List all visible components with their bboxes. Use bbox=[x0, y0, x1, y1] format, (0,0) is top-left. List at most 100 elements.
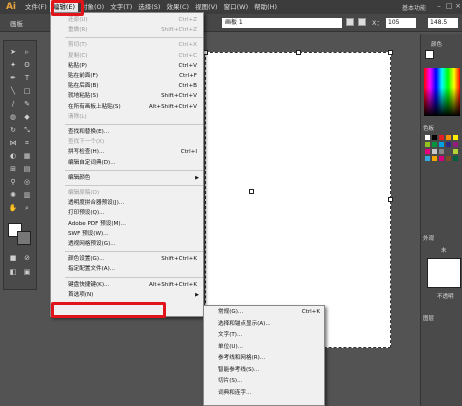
workspace-switcher[interactable]: 基本功能 bbox=[402, 3, 426, 12]
menu-item-label: 选择和锚点显示(A)... bbox=[218, 320, 271, 327]
color-swatch[interactable] bbox=[425, 149, 430, 154]
mesh-tool-icon[interactable]: ⊞ bbox=[7, 164, 19, 174]
menu-7[interactable]: 窗口(W) bbox=[221, 0, 252, 14]
draw-mode-icon[interactable]: ◧ bbox=[7, 267, 19, 277]
graph-tool-icon[interactable]: ▥ bbox=[21, 190, 33, 200]
artboard-handle[interactable] bbox=[388, 50, 393, 55]
menu-separator bbox=[65, 169, 203, 171]
color-swatch[interactable] bbox=[432, 149, 437, 154]
y-field[interactable]: 148.5 bbox=[428, 18, 458, 28]
color-swatch[interactable] bbox=[453, 142, 458, 147]
edit-menu-item[interactable]: 指定配置文件(A)... bbox=[51, 264, 205, 275]
preferences-item[interactable]: 选择和锚点显示(A)... bbox=[204, 319, 326, 331]
panel-tab-layers[interactable]: 图层 bbox=[423, 314, 434, 322]
close-icon[interactable]: × bbox=[453, 2, 462, 11]
preferences-item[interactable]: 参考线和网格(R)... bbox=[204, 353, 326, 365]
ai-logo: Ai bbox=[5, 2, 17, 12]
rectangle-tool-icon[interactable]: □ bbox=[21, 86, 33, 96]
color-swatch[interactable] bbox=[439, 135, 444, 140]
edit-menu-item[interactable]: 透视网格预设(G)... bbox=[51, 239, 205, 250]
option-checkbox-2[interactable] bbox=[358, 18, 366, 26]
menu-item-label: 参考线和网格(R)... bbox=[218, 355, 266, 361]
edit-menu-item[interactable]: 编辑颜色 ▶ bbox=[51, 173, 205, 184]
pen-tool-icon[interactable]: ✒ bbox=[7, 73, 19, 83]
preferences-item[interactable]: 智能参考线(S)... bbox=[204, 365, 326, 377]
blend-tool-icon[interactable]: ◎ bbox=[21, 177, 33, 187]
color-swatch[interactable] bbox=[453, 135, 458, 140]
artboard-name-field[interactable]: 画板 1 bbox=[222, 18, 342, 28]
brush-tool-icon[interactable]: ∕ bbox=[7, 99, 19, 109]
scale-tool-icon[interactable]: ⤡ bbox=[21, 125, 33, 135]
menu-separator bbox=[65, 251, 203, 253]
panel-tab-swatches[interactable]: 色板 bbox=[423, 124, 434, 132]
option-checkbox[interactable] bbox=[346, 18, 354, 26]
preferences-item[interactable]: 单位(U)... bbox=[204, 342, 326, 354]
preferences-item[interactable]: 常规(G)... Ctrl+K bbox=[204, 307, 326, 319]
edit-menu-item[interactable]: 首选项(N) ▶ bbox=[51, 290, 205, 301]
color-swatch[interactable] bbox=[425, 156, 430, 161]
submenu-arrow-icon: ▶ bbox=[195, 174, 199, 181]
direct-selection-icon[interactable]: ▹ bbox=[21, 47, 33, 57]
eraser-icon[interactable]: ◆ bbox=[21, 112, 33, 122]
preferences-item[interactable]: 文字(T)... bbox=[204, 330, 326, 342]
color-swatch[interactable] bbox=[446, 142, 451, 147]
artboard-handle[interactable] bbox=[388, 197, 393, 202]
shape-builder-icon[interactable]: ◐ bbox=[7, 151, 19, 161]
menu-8[interactable]: 帮助(H) bbox=[251, 0, 280, 14]
artboard-center-point[interactable] bbox=[249, 189, 254, 194]
selection-tool-icon[interactable]: ➤ bbox=[7, 47, 19, 57]
menu-0[interactable]: 文件(F) bbox=[22, 0, 50, 14]
color-fill-box[interactable] bbox=[425, 50, 434, 59]
color-swatch[interactable] bbox=[439, 149, 444, 154]
artboard[interactable] bbox=[205, 52, 391, 348]
line-tool-icon[interactable]: ╲ bbox=[7, 86, 19, 96]
minimize-icon[interactable]: – bbox=[434, 2, 444, 11]
menu-item-label: 编辑颜色 bbox=[68, 174, 91, 181]
color-swatch[interactable] bbox=[432, 135, 437, 140]
stroke-swatch[interactable] bbox=[17, 231, 31, 245]
edit-menu-item[interactable]: 清除(L) bbox=[51, 112, 205, 123]
type-tool-icon[interactable]: T bbox=[21, 73, 33, 83]
lasso-icon[interactable]: ʘ bbox=[21, 60, 33, 70]
menu-item-label: 智能参考线(S)... bbox=[218, 366, 260, 373]
edit-menu-item[interactable]: 编辑自定词典(D)... bbox=[51, 158, 205, 169]
hand-tool-icon[interactable]: ✋ bbox=[7, 203, 19, 213]
color-swatch[interactable] bbox=[425, 135, 430, 140]
edit-menu-item[interactable]: 重做(R) Shift+Ctrl+Z bbox=[51, 25, 205, 36]
rotate-tool-icon[interactable]: ↻ bbox=[7, 125, 19, 135]
color-swatch[interactable] bbox=[453, 156, 458, 161]
color-swatch[interactable] bbox=[439, 142, 444, 147]
width-tool-icon[interactable]: ⋈ bbox=[7, 138, 19, 148]
color-swatch[interactable] bbox=[446, 149, 451, 154]
pencil-tool-icon[interactable]: ✎ bbox=[21, 99, 33, 109]
screen-mode-icon[interactable]: ▣ bbox=[21, 267, 33, 277]
color-spectrum[interactable] bbox=[424, 68, 460, 116]
panel-tab-appearance[interactable]: 外观 bbox=[423, 234, 434, 242]
layer-thumbnail[interactable] bbox=[427, 258, 461, 288]
preferences-submenu: 常规(G)... Ctrl+K 选择和锚点显示(A)... 文字(T)... 单位(U)… bbox=[203, 305, 325, 406]
color-swatch[interactable] bbox=[439, 156, 444, 161]
color-swatch[interactable] bbox=[453, 149, 458, 154]
preferences-item[interactable]: 词典和连字... bbox=[204, 388, 326, 400]
color-swatch[interactable] bbox=[446, 156, 451, 161]
preferences-item[interactable]: 切片(S)... bbox=[204, 376, 326, 388]
symbol-sprayer-icon[interactable]: ✺ bbox=[7, 190, 19, 200]
artboard-handle[interactable] bbox=[296, 50, 301, 55]
color-mode-icon[interactable]: ■ bbox=[7, 253, 19, 263]
menu-item-label: 重做(R) bbox=[68, 27, 88, 34]
color-swatch[interactable] bbox=[432, 142, 437, 147]
blob-brush-icon[interactable]: ◍ bbox=[7, 112, 19, 122]
gradient-tool-icon[interactable]: ▤ bbox=[21, 164, 33, 174]
eyedropper-icon[interactable]: ⚲ bbox=[7, 177, 19, 187]
none-mode-icon[interactable]: ⊘ bbox=[21, 253, 33, 263]
perspective-grid-icon[interactable]: ▦ bbox=[21, 151, 33, 161]
color-swatch[interactable] bbox=[446, 135, 451, 140]
free-transform-icon[interactable]: ⌗ bbox=[21, 138, 33, 148]
magic-wand-icon[interactable]: ✦ bbox=[7, 60, 19, 70]
panel-tab-color[interactable]: 颜色 bbox=[431, 40, 442, 48]
x-label: X： bbox=[372, 19, 383, 27]
zoom-tool-icon[interactable]: ⌕ bbox=[21, 203, 33, 213]
color-swatch[interactable] bbox=[425, 142, 430, 147]
x-field[interactable]: 105 bbox=[386, 18, 416, 28]
color-swatch[interactable] bbox=[432, 156, 437, 161]
